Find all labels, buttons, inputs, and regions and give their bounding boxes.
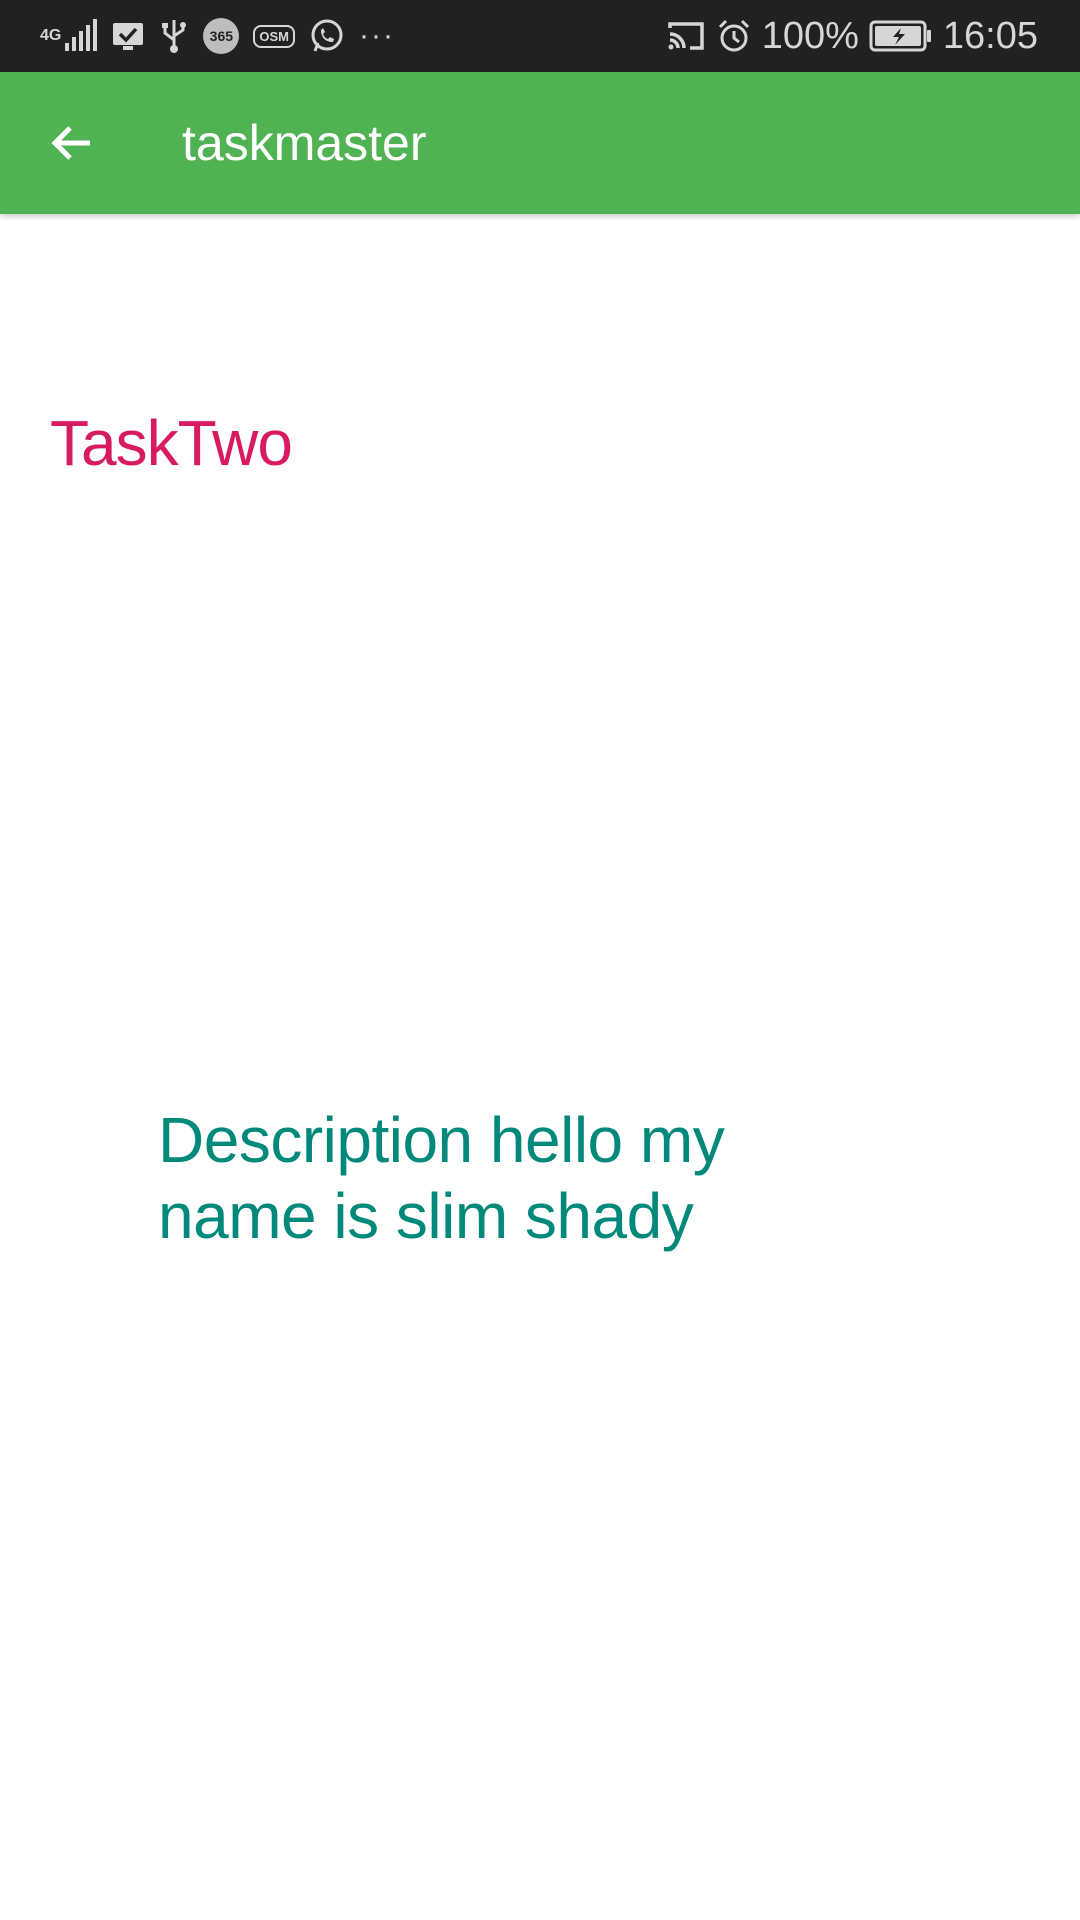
network-type-label: 4G bbox=[40, 27, 62, 44]
status-right-icons: 100% 16:05 bbox=[666, 0, 1038, 72]
usb-icon bbox=[159, 18, 189, 54]
app-bar: taskmaster bbox=[0, 72, 1080, 214]
status-bar: 4G 365 OSM ··· 100% 16:05 bbox=[0, 0, 1080, 72]
whatsapp-icon bbox=[309, 18, 345, 54]
alarm-icon bbox=[716, 18, 752, 54]
clock: 16:05 bbox=[942, 15, 1038, 57]
app-title: taskmaster bbox=[182, 115, 427, 171]
365-app-icon: 365 bbox=[203, 18, 240, 54]
battery-percent: 100% bbox=[761, 15, 859, 57]
task-title: TaskTwo bbox=[50, 407, 293, 479]
more-notifications-icon: ··· bbox=[358, 19, 395, 52]
status-left-icons: 4G 365 OSM ··· bbox=[40, 0, 395, 72]
signal-icon: 4G bbox=[40, 19, 98, 53]
arrow-back-icon bbox=[48, 119, 96, 167]
task-detail-screen: 4G 365 OSM ··· 100% 16:05 taskmaster Tas… bbox=[0, 0, 1080, 1920]
back-button[interactable] bbox=[38, 109, 106, 177]
checkbox-monitor-icon bbox=[111, 19, 145, 53]
osm-app-icon: OSM bbox=[253, 24, 295, 48]
task-description: Description hello my name is slim shady bbox=[158, 1104, 725, 1252]
battery-charging-icon bbox=[869, 19, 933, 53]
cast-icon bbox=[666, 18, 706, 54]
